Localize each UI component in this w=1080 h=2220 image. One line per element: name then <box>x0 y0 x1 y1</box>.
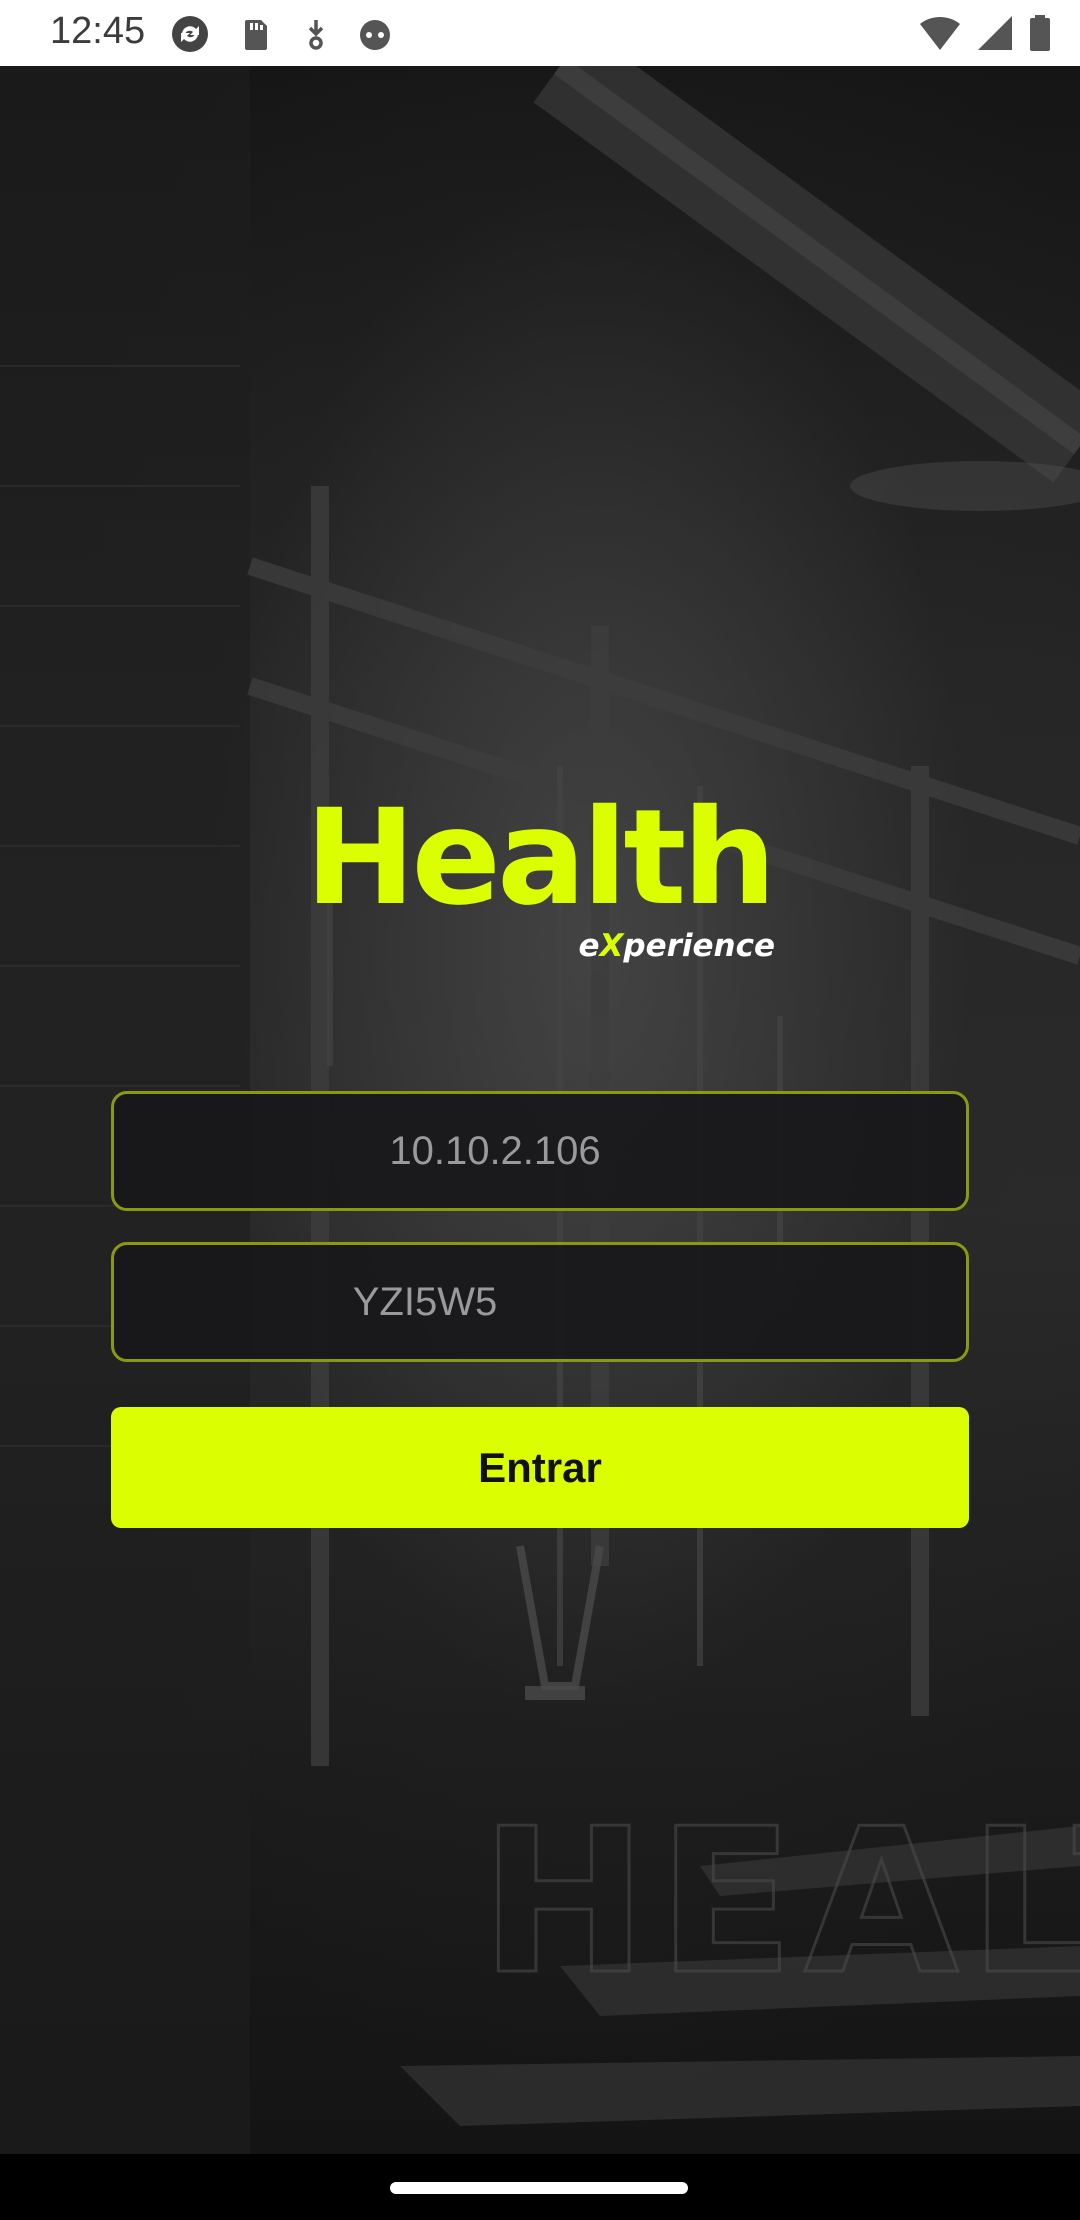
navigation-bar <box>0 2154 1080 2220</box>
server-input[interactable] <box>114 1094 966 1208</box>
enter-button[interactable]: Entrar <box>111 1407 969 1528</box>
logo-subtitle-prefix: e <box>578 928 600 964</box>
signal-icon <box>976 14 1014 57</box>
face-icon <box>355 14 395 54</box>
download-icon <box>296 14 336 54</box>
logo-subtitle: eXperience <box>578 928 775 964</box>
logo-title: Health <box>305 781 776 935</box>
server-field[interactable] <box>111 1091 969 1211</box>
app-logo: Health eXperience <box>305 792 776 965</box>
wifi-icon <box>918 14 962 57</box>
code-field[interactable] <box>111 1242 969 1362</box>
sd-card-icon <box>235 14 275 54</box>
code-input[interactable] <box>114 1245 966 1359</box>
logo-subtitle-suffix: perience <box>623 928 775 964</box>
sync-icon <box>170 14 210 54</box>
logo-subtitle-x: X <box>599 928 624 964</box>
status-bar: 12:45 <box>0 0 1080 66</box>
status-time: 12:45 <box>50 10 146 52</box>
home-indicator[interactable] <box>390 2182 688 2194</box>
battery-icon <box>1028 14 1052 57</box>
watermark-text: HEALTH <box>480 1786 1080 2019</box>
